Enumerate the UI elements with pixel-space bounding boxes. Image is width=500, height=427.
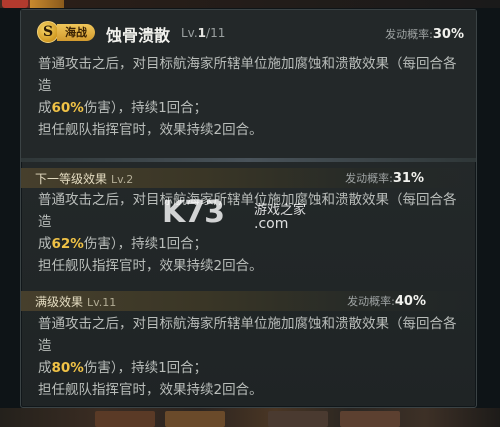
trigger-rate-label: 发动概率: — [385, 28, 433, 41]
skill-tooltip-panel: S 海战 蚀骨溃散 Lv.1/11 发动概率:30% 普通攻击之后，对目标航海家… — [20, 9, 477, 408]
base-effect-line2-post: 伤害），持续1回合； — [83, 100, 208, 116]
next-level-lv: Lv.2 — [111, 173, 134, 186]
background-card-row — [0, 408, 500, 427]
background-top-strip — [0, 0, 500, 8]
skill-grade-coin-icon: S — [37, 21, 59, 43]
next-level-line3: 担任舰队指挥官时，效果持续2回合。 — [38, 258, 263, 274]
skill-level: Lv.1/11 — [181, 26, 225, 40]
next-level-trigger-value: 31% — [392, 171, 424, 186]
skill-level-prefix: Lv. — [181, 26, 198, 40]
next-level-description: 普通攻击之后，对目标航海家所辖单位施加腐蚀和溃散效果（每回合各造 成62%伤害）… — [38, 189, 466, 277]
background-card-1 — [95, 411, 155, 427]
skill-type-badge: 海战 — [57, 24, 95, 41]
base-effect-line2: 成60%伤害），持续1回合； — [38, 97, 466, 119]
background-gold-tag — [30, 0, 64, 8]
next-level-line2-post: 伤害），持续1回合； — [83, 236, 208, 252]
max-level-line2-post: 伤害），持续1回合； — [83, 360, 208, 376]
base-effect-description: 普通攻击之后，对目标航海家所辖单位施加腐蚀和溃散效果（每回合各造 成60%伤害）… — [38, 53, 466, 141]
section-divider — [21, 158, 476, 162]
next-level-title: 下一等级效果 Lv.2 — [35, 170, 133, 187]
max-level-trigger-value: 40% — [394, 294, 426, 309]
next-level-damage-value: 62% — [51, 236, 84, 252]
max-level-trigger-label: 发动概率: — [347, 295, 395, 308]
next-level-line2-pre: 成 — [38, 236, 52, 252]
next-level-line1: 普通攻击之后，对目标航海家所辖单位施加腐蚀和溃散效果（每回合各造 — [38, 192, 457, 230]
skill-level-max: /11 — [206, 26, 226, 40]
skill-name: 蚀骨溃散 — [106, 26, 171, 45]
next-level-title-text: 下一等级效果 — [35, 172, 108, 186]
skill-level-current: 1 — [197, 26, 207, 40]
max-level-header: 满级效果 Lv.11 发动概率:40% — [21, 291, 476, 311]
max-level-line2-pre: 成 — [38, 360, 52, 376]
max-level-line1: 普通攻击之后，对目标航海家所辖单位施加腐蚀和溃散效果（每回合各造 — [38, 316, 457, 354]
max-level-title: 满级效果 Lv.11 — [35, 293, 116, 310]
current-effect-section: S 海战 蚀骨溃散 Lv.1/11 发动概率:30% 普通攻击之后，对目标航海家… — [21, 10, 476, 158]
next-level-header: 下一等级效果 Lv.2 发动概率:31% — [21, 168, 476, 188]
max-level-title-text: 满级效果 — [35, 295, 84, 309]
skill-header: S 海战 蚀骨溃散 Lv.1/11 发动概率:30% — [21, 10, 476, 52]
max-level-damage-value: 80% — [51, 360, 84, 376]
max-level-description: 普通攻击之后，对目标航海家所辖单位施加腐蚀和溃散效果（每回合各造 成80%伤害）… — [38, 313, 466, 401]
background-card-3 — [268, 411, 328, 427]
background-card-2 — [165, 411, 225, 427]
next-level-line2: 成62%伤害），持续1回合； — [38, 233, 466, 255]
base-effect-line3: 担任舰队指挥官时，效果持续2回合。 — [38, 122, 263, 138]
base-effect-damage-value: 60% — [51, 100, 84, 116]
trigger-rate-value: 30% — [432, 27, 464, 42]
max-level-line2: 成80%伤害），持续1回合； — [38, 357, 466, 379]
background-card-4 — [340, 411, 400, 427]
base-effect-line1: 普通攻击之后，对目标航海家所辖单位施加腐蚀和溃散效果（每回合各造 — [38, 56, 457, 94]
max-level-trigger-rate: 发动概率:40% — [347, 293, 426, 309]
max-level-lv: Lv.11 — [87, 296, 117, 309]
base-effect-line2-pre: 成 — [38, 100, 52, 116]
next-level-trigger-rate: 发动概率:31% — [345, 170, 424, 186]
max-level-line3: 担任舰队指挥官时，效果持续2回合。 — [38, 382, 263, 398]
skill-trigger-rate: 发动概率:30% — [385, 26, 464, 42]
background-red-tag — [2, 0, 28, 8]
next-level-trigger-label: 发动概率: — [345, 172, 393, 185]
